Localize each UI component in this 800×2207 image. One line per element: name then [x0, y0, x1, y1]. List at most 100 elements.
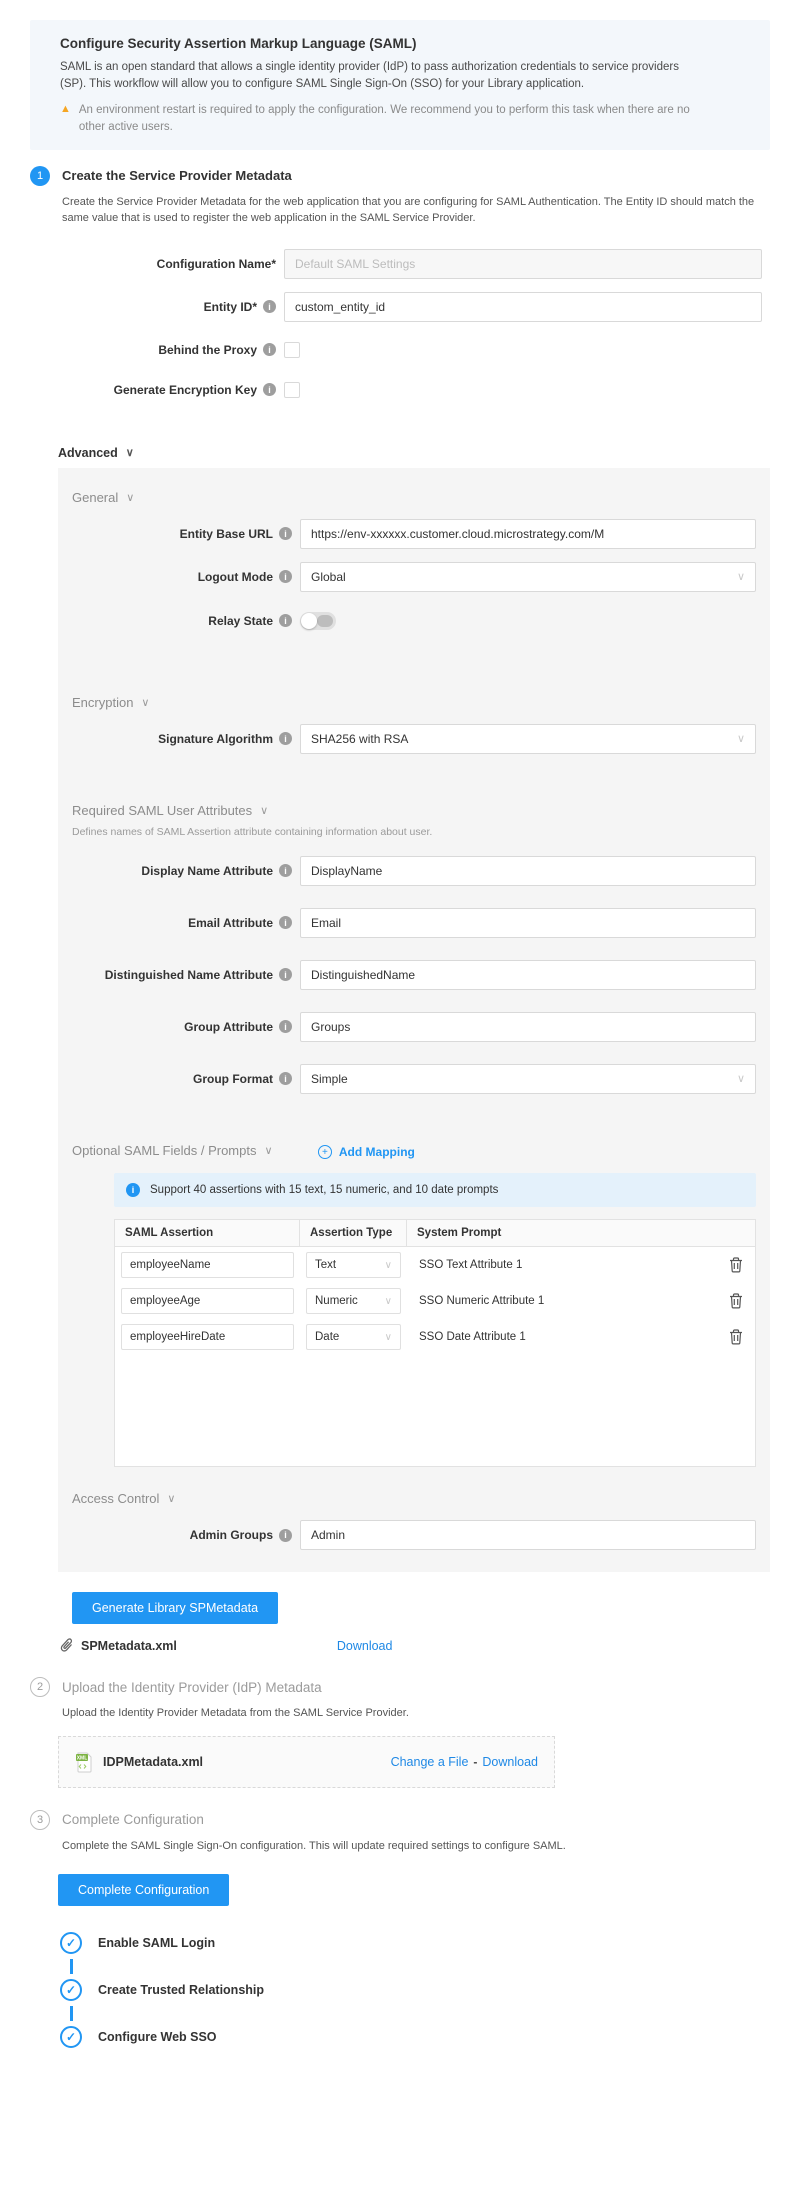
- email-attribute-label: Email Attribute i: [72, 916, 300, 930]
- table-row: employeeHireDate Date ∨ SSO Date Attribu…: [115, 1319, 755, 1355]
- group-format-select[interactable]: Simple ∨: [300, 1064, 756, 1094]
- logout-mode-select[interactable]: Global ∨: [300, 562, 756, 592]
- xml-file-icon: XML: [75, 1751, 94, 1773]
- configuration-name-input[interactable]: [284, 249, 762, 279]
- group-attribute-info-icon[interactable]: i: [279, 1020, 292, 1033]
- trash-icon: [729, 1257, 743, 1273]
- assertion-type-select[interactable]: Numeric ∨: [306, 1288, 401, 1314]
- general-section-toggle[interactable]: General ∨: [72, 490, 134, 505]
- display-name-info-icon[interactable]: i: [279, 864, 292, 877]
- admin-groups-info-icon[interactable]: i: [279, 1529, 292, 1542]
- optional-fields-section-toggle[interactable]: Optional SAML Fields / Prompts ∨: [72, 1143, 273, 1158]
- signature-algorithm-info-icon[interactable]: i: [279, 732, 292, 745]
- delete-row-button[interactable]: [729, 1257, 743, 1273]
- display-name-attribute-label: Display Name Attribute i: [72, 864, 300, 878]
- checklist-connector: [70, 1959, 73, 1974]
- plus-icon: +: [318, 1145, 332, 1159]
- sp-metadata-form: Configuration Name* Entity ID* i Behind …: [30, 249, 770, 398]
- configuration-name-row: Configuration Name*: [30, 249, 762, 279]
- group-format-info-icon[interactable]: i: [279, 1072, 292, 1085]
- behind-proxy-label: Behind the Proxy i: [30, 343, 284, 357]
- relay-state-row: Relay State i: [72, 612, 756, 630]
- change-file-link[interactable]: Change a File: [391, 1755, 469, 1769]
- system-prompt-value: SSO Text Attribute 1: [419, 1259, 522, 1271]
- saml-config-page: Configure Security Assertion Markup Lang…: [0, 0, 800, 2078]
- distinguished-name-info-icon[interactable]: i: [279, 968, 292, 981]
- delete-row-button[interactable]: [729, 1293, 743, 1309]
- entity-base-url-info-icon[interactable]: i: [279, 527, 292, 540]
- column-header-saml-assertion: SAML Assertion: [115, 1220, 300, 1246]
- signature-algorithm-select[interactable]: SHA256 with RSA ∨: [300, 724, 756, 754]
- step-1-header: 1 Create the Service Provider Metadata: [30, 166, 770, 186]
- generate-encryption-key-row: Generate Encryption Key i: [30, 382, 762, 398]
- encryption-section-toggle[interactable]: Encryption ∨: [72, 695, 149, 710]
- column-header-assertion-type: Assertion Type: [300, 1220, 407, 1246]
- step-1-badge: 1: [30, 166, 50, 186]
- admin-groups-input[interactable]: [300, 1520, 756, 1550]
- step-1-title: Create the Service Provider Metadata: [62, 168, 292, 183]
- chevron-down-icon: ∨: [737, 732, 745, 745]
- chevron-down-icon: ∨: [126, 491, 134, 504]
- required-attributes-description: Defines names of SAML Assertion attribut…: [72, 826, 756, 838]
- group-attribute-input[interactable]: [300, 1012, 756, 1042]
- admin-groups-row: Admin Groups i: [72, 1520, 756, 1550]
- step-2-section: 2 Upload the Identity Provider (IdP) Met…: [30, 1677, 770, 1788]
- check-circle-icon: ✓: [60, 1932, 82, 1954]
- behind-proxy-checkbox[interactable]: [284, 342, 300, 358]
- assertion-name-field[interactable]: employeeAge: [121, 1288, 294, 1314]
- entity-id-row: Entity ID* i: [30, 292, 762, 322]
- idp-file-name: IDPMetadata.xml: [103, 1755, 203, 1769]
- complete-configuration-button[interactable]: Complete Configuration: [58, 1874, 229, 1906]
- email-attribute-info-icon[interactable]: i: [279, 916, 292, 929]
- relay-state-info-icon[interactable]: i: [279, 614, 292, 627]
- entity-base-url-input[interactable]: [300, 519, 756, 549]
- warning-icon: ▲: [60, 102, 71, 135]
- generate-encryption-key-checkbox[interactable]: [284, 382, 300, 398]
- chevron-down-icon: ∨: [260, 804, 268, 817]
- distinguished-name-attribute-input[interactable]: [300, 960, 756, 990]
- entity-base-url-row: Entity Base URL i: [72, 519, 756, 549]
- step-3-section: 3 Complete Configuration Complete the SA…: [30, 1810, 770, 2049]
- advanced-toggle[interactable]: Advanced ∨: [58, 446, 134, 460]
- assertion-name-field[interactable]: employeeHireDate: [121, 1324, 294, 1350]
- delete-row-button[interactable]: [729, 1329, 743, 1345]
- step-3-header: 3 Complete Configuration: [30, 1810, 770, 1830]
- generate-encryption-key-info-icon[interactable]: i: [263, 383, 276, 396]
- info-banner-text: Support 40 assertions with 15 text, 15 n…: [150, 1184, 498, 1196]
- saml-intro-card: Configure Security Assertion Markup Lang…: [30, 20, 770, 150]
- step-1-section: 1 Create the Service Provider Metadata C…: [30, 166, 770, 1654]
- chevron-down-icon: ∨: [737, 570, 745, 583]
- assertion-type-select[interactable]: Date ∨: [306, 1324, 401, 1350]
- group-format-row: Group Format i Simple ∨: [72, 1064, 756, 1094]
- idp-download-link[interactable]: Download: [482, 1755, 538, 1769]
- link-separator: -: [473, 1755, 477, 1769]
- assertions-info-banner: i Support 40 assertions with 15 text, 15…: [114, 1173, 756, 1207]
- step-3-badge: 3: [30, 1810, 50, 1830]
- display-name-attribute-input[interactable]: [300, 856, 756, 886]
- email-attribute-input[interactable]: [300, 908, 756, 938]
- relay-state-toggle[interactable]: [300, 612, 336, 630]
- sp-file-name: SPMetadata.xml: [81, 1639, 177, 1653]
- configuration-name-label: Configuration Name*: [30, 257, 284, 271]
- add-mapping-button[interactable]: + Add Mapping: [318, 1145, 415, 1159]
- display-name-attribute-row: Display Name Attribute i: [72, 856, 756, 886]
- distinguished-name-attribute-label: Distinguished Name Attribute i: [72, 968, 300, 982]
- access-control-section-toggle[interactable]: Access Control ∨: [72, 1491, 175, 1506]
- entity-id-info-icon[interactable]: i: [263, 300, 276, 313]
- logout-mode-row: Logout Mode i Global ∨: [72, 562, 756, 592]
- behind-proxy-info-icon[interactable]: i: [263, 343, 276, 356]
- logout-mode-info-icon[interactable]: i: [279, 570, 292, 583]
- mapping-table-header: SAML Assertion Assertion Type System Pro…: [115, 1220, 755, 1247]
- checklist-item-configure-web-sso: ✓ Configure Web SSO: [60, 2026, 770, 2048]
- assertion-type-select[interactable]: Text ∨: [306, 1252, 401, 1278]
- sp-download-link[interactable]: Download: [337, 1639, 393, 1653]
- page-description: SAML is an open standard that allows a s…: [60, 59, 700, 92]
- generate-sp-metadata-button[interactable]: Generate Library SPMetadata: [72, 1592, 278, 1624]
- assertion-name-field[interactable]: employeeName: [121, 1252, 294, 1278]
- system-prompt-value: SSO Numeric Attribute 1: [419, 1295, 544, 1307]
- restart-warning: ▲ An environment restart is required to …: [60, 102, 740, 135]
- required-attributes-section-toggle[interactable]: Required SAML User Attributes ∨: [72, 803, 268, 818]
- warning-text: An environment restart is required to ap…: [79, 102, 719, 135]
- configuration-checklist: ✓ Enable SAML Login ✓ Create Trusted Rel…: [60, 1932, 770, 2048]
- entity-id-input[interactable]: [284, 292, 762, 322]
